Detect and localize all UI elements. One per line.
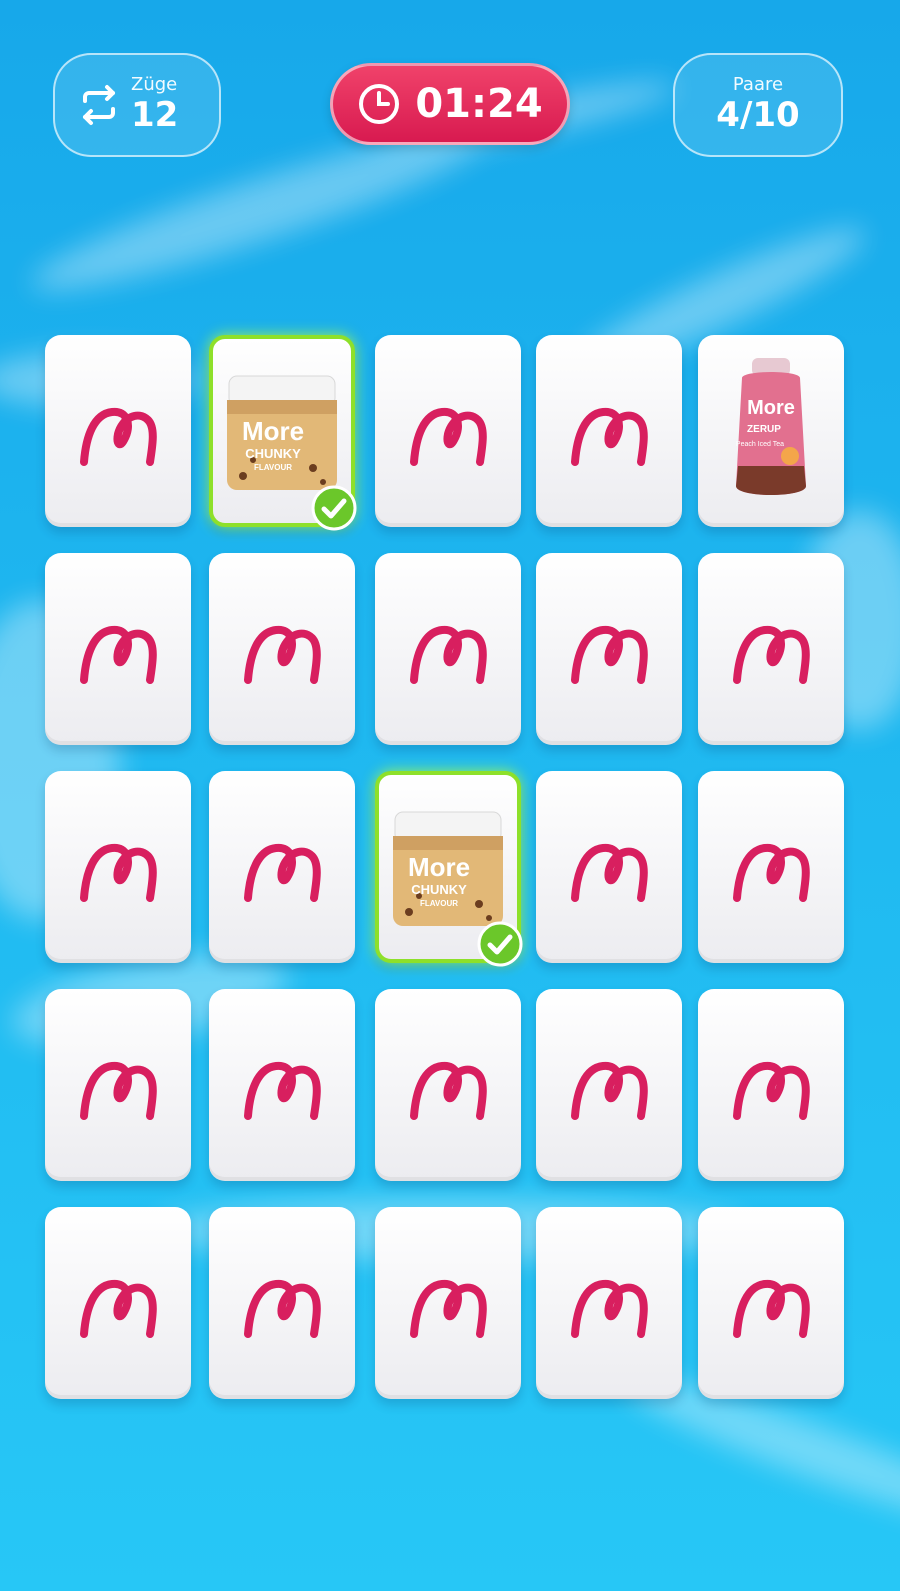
memory-card-back[interactable] — [45, 771, 191, 963]
memory-card-back[interactable] — [45, 989, 191, 1181]
svg-text:FLAVOUR: FLAVOUR — [254, 463, 292, 472]
more-logo-icon — [571, 625, 648, 684]
memory-card-back[interactable] — [698, 771, 844, 963]
more-logo-icon — [244, 625, 321, 684]
more-logo-icon — [244, 1279, 321, 1338]
svg-text:More: More — [408, 852, 470, 882]
memory-card-back[interactable] — [536, 771, 682, 963]
more-logo-icon — [571, 1279, 648, 1338]
memory-card-back[interactable] — [45, 553, 191, 745]
more-logo-icon — [733, 843, 810, 902]
memory-card-chunky-matched: More CHUNKY FLAVOUR — [209, 335, 357, 531]
chunky-jar-image: More CHUNKY FLAVOUR — [227, 375, 337, 490]
memory-card-back[interactable] — [209, 771, 355, 963]
memory-card-back[interactable] — [536, 989, 682, 1181]
memory-card-back[interactable] — [375, 553, 521, 745]
svg-text:Peach Iced Tea: Peach Iced Tea — [736, 441, 784, 448]
more-logo-icon — [244, 843, 321, 902]
svg-text:More: More — [242, 416, 304, 446]
memory-card-back[interactable] — [375, 1207, 521, 1399]
more-logo-icon — [80, 843, 157, 902]
more-logo-icon — [244, 1061, 321, 1120]
memory-card-back[interactable] — [698, 553, 844, 745]
more-logo-icon — [410, 625, 487, 684]
more-logo-icon — [733, 1279, 810, 1338]
more-logo-icon — [571, 843, 648, 902]
memory-board: More CHUNKY FLAVOUR More ZERUP Peach Ice… — [0, 0, 900, 1591]
more-logo-icon — [80, 625, 157, 684]
memory-card-back[interactable] — [45, 1207, 191, 1399]
more-logo-icon — [733, 1061, 810, 1120]
svg-text:CHUNKY: CHUNKY — [245, 446, 301, 461]
memory-card-back[interactable] — [698, 1207, 844, 1399]
memory-card-chunky-matched: More CHUNKY FLAVOUR — [375, 771, 523, 967]
memory-card-back[interactable] — [536, 553, 682, 745]
memory-card-back[interactable] — [209, 989, 355, 1181]
more-logo-icon — [733, 625, 810, 684]
memory-card-back[interactable] — [375, 989, 521, 1181]
more-logo-icon — [410, 1279, 487, 1338]
svg-text:FLAVOUR: FLAVOUR — [420, 899, 458, 908]
more-logo-icon — [410, 1061, 487, 1120]
svg-text:More: More — [747, 397, 795, 419]
svg-text:ZERUP: ZERUP — [747, 424, 781, 435]
memory-card-back[interactable] — [45, 335, 191, 527]
more-logo-icon — [80, 407, 157, 466]
memory-card-back[interactable] — [536, 335, 682, 527]
checkmark-icon — [477, 921, 523, 967]
chunky-jar-image: More CHUNKY FLAVOUR — [393, 811, 503, 926]
memory-card-back[interactable] — [209, 553, 355, 745]
checkmark-icon — [311, 485, 357, 531]
more-logo-icon — [571, 407, 648, 466]
more-logo-icon — [80, 1279, 157, 1338]
svg-text:CHUNKY: CHUNKY — [411, 882, 467, 897]
memory-card-back[interactable] — [536, 1207, 682, 1399]
memory-card-back[interactable] — [209, 1207, 355, 1399]
memory-card-back[interactable] — [375, 335, 521, 527]
memory-card-back[interactable] — [698, 989, 844, 1181]
zerup-bottle-image: More ZERUP Peach Iced Tea — [736, 358, 806, 495]
more-logo-icon — [80, 1061, 157, 1120]
memory-card-zerup-revealed[interactable]: More ZERUP Peach Iced Tea — [698, 335, 844, 527]
more-logo-icon — [410, 407, 487, 466]
more-logo-icon — [571, 1061, 648, 1120]
